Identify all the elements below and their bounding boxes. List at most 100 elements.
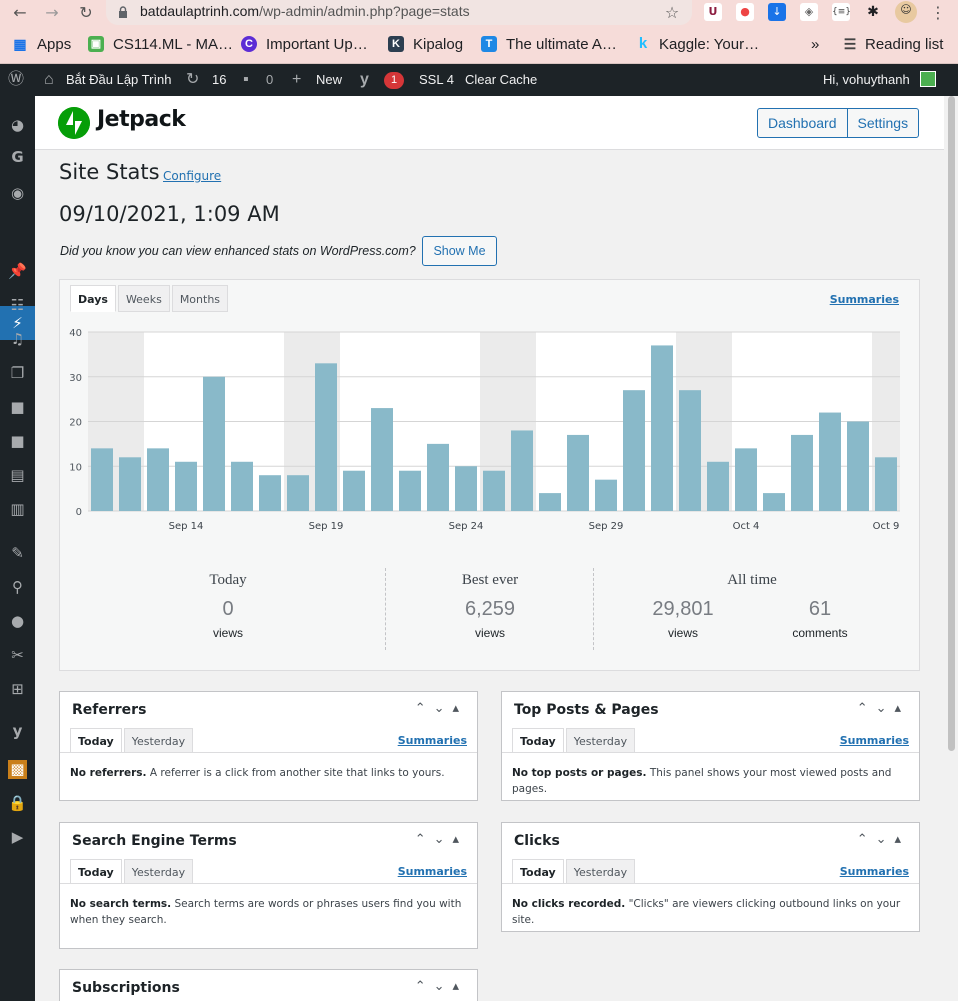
tab-today[interactable]: Today (70, 859, 122, 884)
jetpack-brand: Jetpack (97, 107, 186, 132)
menu-kebab-icon[interactable]: ⋮ (928, 3, 948, 23)
extension-shield-icon[interactable]: ◈ (800, 3, 818, 21)
plugins-icon[interactable]: ⚲ (8, 578, 27, 597)
comments-icon: ▪ (243, 71, 249, 88)
wp-admin-sidebar: ◕ G ◉ ⚡ 📌 ☷ ♫ ❐ ■ ■ ▤ ▥ ✎ ⚲ ● ✂ ⊞ y ▩ 🔒 … (0, 96, 35, 1001)
new-link[interactable]: New (316, 72, 342, 87)
y-tick-label: 30 (69, 373, 82, 384)
all-time-label: All time (727, 572, 777, 588)
panel-controls[interactable]: ⌃⌄▴ (415, 701, 467, 716)
all-time-views-unit: views (667, 626, 698, 640)
user-avatar[interactable] (920, 71, 936, 87)
yoast-seo-icon[interactable]: y (8, 722, 27, 741)
google-icon[interactable]: G (8, 148, 27, 167)
subscriptions-panel: Subscriptions ⌃⌄▴ (59, 969, 478, 1001)
comments-count[interactable]: 0 (266, 72, 273, 87)
updates-count[interactable]: 16 (212, 72, 226, 87)
tab-yesterday[interactable]: Yesterday (123, 728, 194, 753)
download-icon[interactable]: ↓ (768, 3, 786, 21)
all-time-summary: All time (692, 572, 812, 589)
page-scrollbar[interactable] (944, 96, 958, 1001)
best-ever-label: Best ever (461, 572, 519, 588)
all-time-comments: 61 comments (760, 598, 880, 640)
panel-controls[interactable]: ⌃⌄▴ (415, 979, 467, 994)
configure-link[interactable]: Configure (163, 169, 221, 183)
tab-months[interactable]: Months (171, 285, 229, 312)
extension-json-icon[interactable]: {≡} (832, 3, 851, 21)
back-icon[interactable]: ← (10, 3, 30, 23)
summaries-link[interactable]: Summaries (830, 293, 899, 306)
extension-ublock-icon[interactable]: U (704, 3, 722, 21)
summaries-link[interactable]: Summaries (398, 865, 467, 878)
tab-yesterday[interactable]: Yesterday (565, 859, 636, 884)
wp-admin-bar: Ⓦ ⌂ Bắt Đầu Lập Trình ↻ 16 ▪ 0 + New y 1… (0, 64, 958, 96)
ssl-link[interactable]: SSL 4 (419, 72, 454, 87)
summaries-link[interactable]: Summaries (398, 734, 467, 747)
table-icon[interactable]: ▤ (8, 466, 27, 485)
chart-bar (315, 363, 337, 511)
extension-color-icon[interactable]: ● (736, 3, 754, 21)
forms-icon[interactable]: ▥ (8, 500, 27, 519)
media-icon[interactable]: ♫ (8, 330, 27, 349)
yoast-badge: 1 (384, 72, 404, 89)
tab-weeks[interactable]: Weeks (117, 285, 170, 312)
forward-icon[interactable]: → (42, 3, 62, 23)
bookmark-cs114[interactable]: CS114.ML - MA… (113, 36, 233, 53)
users-icon[interactable]: ● (8, 612, 27, 631)
apps-grid-icon: ▦ (13, 36, 27, 52)
tab-today[interactable]: Today (512, 859, 564, 884)
best-ever-unit: views (474, 626, 505, 640)
all-time-comments-unit: comments (792, 626, 848, 640)
yoast-icon[interactable]: y (360, 71, 369, 89)
bookmark-kaggle[interactable]: Kaggle: Your… (659, 36, 759, 53)
y-tick-label: 10 (69, 462, 82, 473)
chart-bar (651, 345, 673, 511)
security-lock-icon[interactable]: 🔒 (8, 794, 27, 813)
comments-bubble-icon[interactable]: ■ (8, 398, 27, 417)
settings-sliders-icon[interactable]: ⊞ (8, 680, 27, 699)
summaries-link[interactable]: Summaries (840, 865, 909, 878)
plugin-z-icon[interactable]: ◉ (8, 184, 27, 203)
user-greeting[interactable]: Hi, vohuythanh (823, 72, 910, 87)
panel-controls[interactable]: ⌃⌄▴ (415, 832, 467, 847)
scroll-thumb[interactable] (948, 96, 955, 751)
tools-wrench-icon[interactable]: ✂ (8, 646, 27, 665)
bookmark-ultimate[interactable]: The ultimate A… (506, 36, 617, 53)
chart-bar (287, 475, 309, 511)
dashboard-button[interactable]: Dashboard (758, 109, 847, 137)
panel-controls[interactable]: ⌃⌄▴ (857, 701, 909, 716)
tab-yesterday[interactable]: Yesterday (565, 728, 636, 753)
clear-cache-link[interactable]: Clear Cache (465, 72, 537, 87)
bookmarks-more[interactable]: » (811, 36, 819, 53)
collapse-play-icon[interactable]: ▶ (8, 828, 27, 847)
chart-bar (735, 448, 757, 511)
bookmark-kipalog[interactable]: Kipalog (413, 36, 463, 53)
dashboard-icon[interactable]: ◕ (8, 116, 27, 135)
list-icon[interactable]: ☷ (8, 296, 27, 315)
appearance-brush-icon[interactable]: ✎ (8, 544, 27, 563)
tab-today[interactable]: Today (70, 728, 122, 753)
profile-avatar[interactable]: ☺ (895, 1, 917, 23)
extensions-puzzle-icon[interactable]: ✱ (864, 3, 882, 21)
site-name-link[interactable]: Bắt Đầu Lập Trình (66, 72, 172, 87)
feedback-icon[interactable]: ■ (8, 432, 27, 451)
panel-controls[interactable]: ⌃⌄▴ (857, 832, 909, 847)
show-me-button[interactable]: Show Me (422, 236, 497, 266)
tab-today[interactable]: Today (512, 728, 564, 753)
wordpress-logo-icon[interactable]: Ⓦ (8, 71, 24, 89)
all-time-views: 29,801 views (623, 598, 743, 640)
summaries-link[interactable]: Summaries (840, 734, 909, 747)
tab-days[interactable]: Days (70, 285, 116, 312)
bookmark-apps[interactable]: Apps (37, 36, 71, 53)
star-icon[interactable]: ☆ (662, 3, 682, 23)
chart-bar (371, 408, 393, 511)
bookmark-important[interactable]: Important Up… (266, 36, 368, 53)
reload-icon[interactable]: ↻ (76, 3, 96, 23)
tab-yesterday[interactable]: Yesterday (123, 859, 194, 884)
reading-list[interactable]: Reading list (865, 36, 943, 53)
chart-bar (91, 448, 113, 511)
custom-plugin-icon[interactable]: ▩ (8, 760, 27, 779)
pages-icon[interactable]: ❐ (8, 364, 27, 383)
settings-button[interactable]: Settings (846, 109, 919, 137)
pin-icon[interactable]: 📌 (8, 262, 27, 281)
